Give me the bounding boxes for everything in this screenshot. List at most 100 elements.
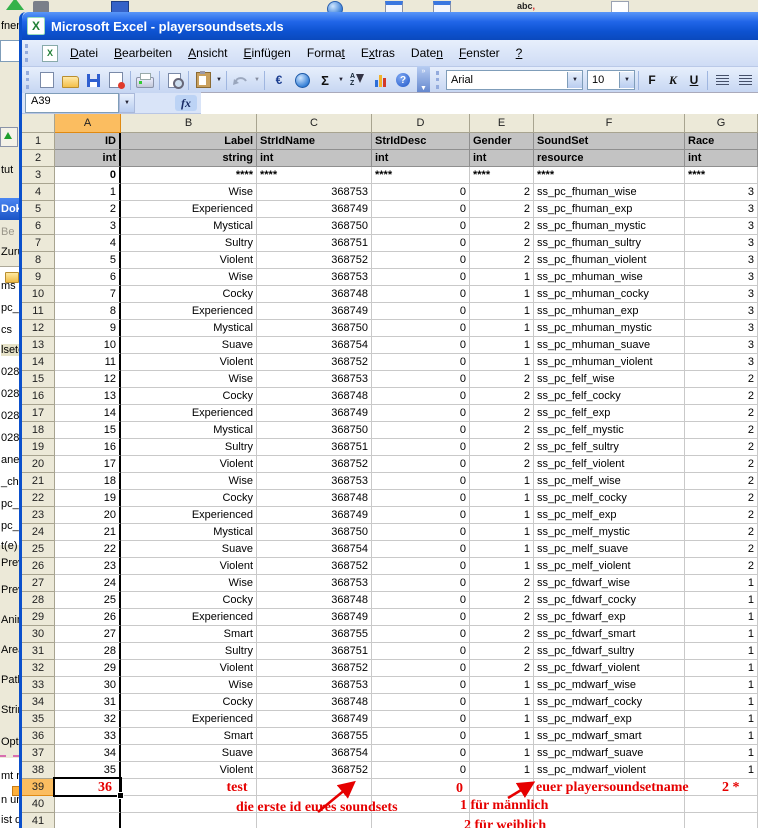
cell-G35[interactable]: 1 — [685, 711, 758, 728]
cell-A24[interactable]: 21 — [55, 524, 121, 541]
row-header-13[interactable]: 13 — [22, 337, 55, 354]
cell-B1[interactable]: Label — [121, 133, 257, 150]
cell-E34[interactable]: 1 — [470, 694, 534, 711]
cell-B20[interactable]: Violent — [121, 456, 257, 473]
cell-D12[interactable]: 0 — [372, 320, 470, 337]
chevron-down-icon[interactable]: ▼ — [567, 72, 582, 88]
row-header-32[interactable]: 32 — [22, 660, 55, 677]
cell-A37[interactable]: 34 — [55, 745, 121, 762]
autosum-dropdown[interactable]: ▼ — [337, 77, 345, 83]
cell-F20[interactable]: ss_pc_felf_violent — [534, 456, 685, 473]
cell-G37[interactable]: 1 — [685, 745, 758, 762]
name-box-dropdown[interactable]: ▼ — [119, 93, 135, 113]
cell-E19[interactable]: 2 — [470, 439, 534, 456]
save-icon[interactable] — [111, 1, 129, 12]
cell-C10[interactable]: 368748 — [257, 286, 372, 303]
cell-D31[interactable]: 0 — [372, 643, 470, 660]
cell-D11[interactable]: 0 — [372, 303, 470, 320]
cell-F5[interactable]: ss_pc_fhuman_exp — [534, 201, 685, 218]
cell-G17[interactable]: 2 — [685, 405, 758, 422]
row-header-41[interactable]: 41 — [22, 813, 55, 828]
print-button[interactable] — [134, 70, 156, 90]
toolbar-grip[interactable] — [25, 44, 31, 62]
menu-item-datei[interactable]: Datei — [62, 42, 106, 64]
cell-F14[interactable]: ss_pc_mhuman_violent — [534, 354, 685, 371]
cell-G38[interactable]: 1 — [685, 762, 758, 779]
euro-convert-button[interactable]: € — [268, 70, 290, 90]
cell-D2[interactable]: int — [372, 150, 470, 167]
print-preview-button[interactable] — [163, 70, 185, 90]
cell-E32[interactable]: 2 — [470, 660, 534, 677]
cell-C5[interactable]: 368749 — [257, 201, 372, 218]
cell-C20[interactable]: 368752 — [257, 456, 372, 473]
cell-D18[interactable]: 0 — [372, 422, 470, 439]
formula-input[interactable] — [201, 92, 758, 115]
cell-D15[interactable]: 0 — [372, 371, 470, 388]
cell-F13[interactable]: ss_pc_mhuman_suave — [534, 337, 685, 354]
cell-D33[interactable]: 0 — [372, 677, 470, 694]
cell-G20[interactable]: 2 — [685, 456, 758, 473]
cell-B19[interactable]: Sultry — [121, 439, 257, 456]
cell-E30[interactable]: 2 — [470, 626, 534, 643]
row-header-6[interactable]: 6 — [22, 218, 55, 235]
row-header-5[interactable]: 5 — [22, 201, 55, 218]
cell-A16[interactable]: 13 — [55, 388, 121, 405]
cell-C12[interactable]: 368750 — [257, 320, 372, 337]
cell-E7[interactable]: 2 — [470, 235, 534, 252]
cell-D8[interactable]: 0 — [372, 252, 470, 269]
cell-D23[interactable]: 0 — [372, 507, 470, 524]
cell-G24[interactable]: 2 — [685, 524, 758, 541]
cell-C13[interactable]: 368754 — [257, 337, 372, 354]
cell-A19[interactable]: 16 — [55, 439, 121, 456]
cell-D20[interactable]: 0 — [372, 456, 470, 473]
cell-A41[interactable] — [55, 813, 121, 828]
row-header-10[interactable]: 10 — [22, 286, 55, 303]
autosum-button[interactable]: Σ — [314, 70, 336, 90]
cell-C30[interactable]: 368755 — [257, 626, 372, 643]
cell-C19[interactable]: 368751 — [257, 439, 372, 456]
cell-D22[interactable]: 0 — [372, 490, 470, 507]
cell-A8[interactable]: 5 — [55, 252, 121, 269]
cell-B25[interactable]: Suave — [121, 541, 257, 558]
cell-B12[interactable]: Mystical — [121, 320, 257, 337]
cell-B2[interactable]: string — [121, 150, 257, 167]
cell-C14[interactable]: 368752 — [257, 354, 372, 371]
cell-C15[interactable]: 368753 — [257, 371, 372, 388]
background-go-button[interactable] — [0, 127, 18, 147]
toolbar-icon[interactable] — [33, 1, 49, 12]
menu-item-extras[interactable]: Extras — [353, 42, 403, 64]
cell-G1[interactable]: Race — [685, 133, 758, 150]
align-left-button[interactable] — [711, 70, 733, 90]
cell-F1[interactable]: SoundSet — [534, 133, 685, 150]
cell-F25[interactable]: ss_pc_melf_suave — [534, 541, 685, 558]
cell-F16[interactable]: ss_pc_felf_cocky — [534, 388, 685, 405]
cell-F36[interactable]: ss_pc_mdwarf_smart — [534, 728, 685, 745]
cell-E11[interactable]: 1 — [470, 303, 534, 320]
cell-E17[interactable]: 2 — [470, 405, 534, 422]
cell-F4[interactable]: ss_pc_fhuman_wise — [534, 184, 685, 201]
row-header-36[interactable]: 36 — [22, 728, 55, 745]
row-header-30[interactable]: 30 — [22, 626, 55, 643]
italic-button[interactable]: K — [663, 70, 683, 90]
cell-G6[interactable]: 3 — [685, 218, 758, 235]
cell-C23[interactable]: 368749 — [257, 507, 372, 524]
row-header-18[interactable]: 18 — [22, 422, 55, 439]
cell-D21[interactable]: 0 — [372, 473, 470, 490]
cell-C34[interactable]: 368748 — [257, 694, 372, 711]
cell-D24[interactable]: 0 — [372, 524, 470, 541]
cell-A21[interactable]: 18 — [55, 473, 121, 490]
cell-G28[interactable]: 1 — [685, 592, 758, 609]
toolbar-grip[interactable] — [26, 71, 32, 89]
row-header-33[interactable]: 33 — [22, 677, 55, 694]
cell-A32[interactable]: 29 — [55, 660, 121, 677]
cell-A23[interactable]: 20 — [55, 507, 121, 524]
row-header-29[interactable]: 29 — [22, 609, 55, 626]
permission-button[interactable] — [105, 70, 127, 90]
cell-A33[interactable]: 30 — [55, 677, 121, 694]
open-button[interactable] — [59, 70, 81, 90]
cell-B8[interactable]: Violent — [121, 252, 257, 269]
cell-C26[interactable]: 368752 — [257, 558, 372, 575]
cell-D1[interactable]: StrIdDesc — [372, 133, 470, 150]
cell-D7[interactable]: 0 — [372, 235, 470, 252]
cell-G14[interactable]: 3 — [685, 354, 758, 371]
